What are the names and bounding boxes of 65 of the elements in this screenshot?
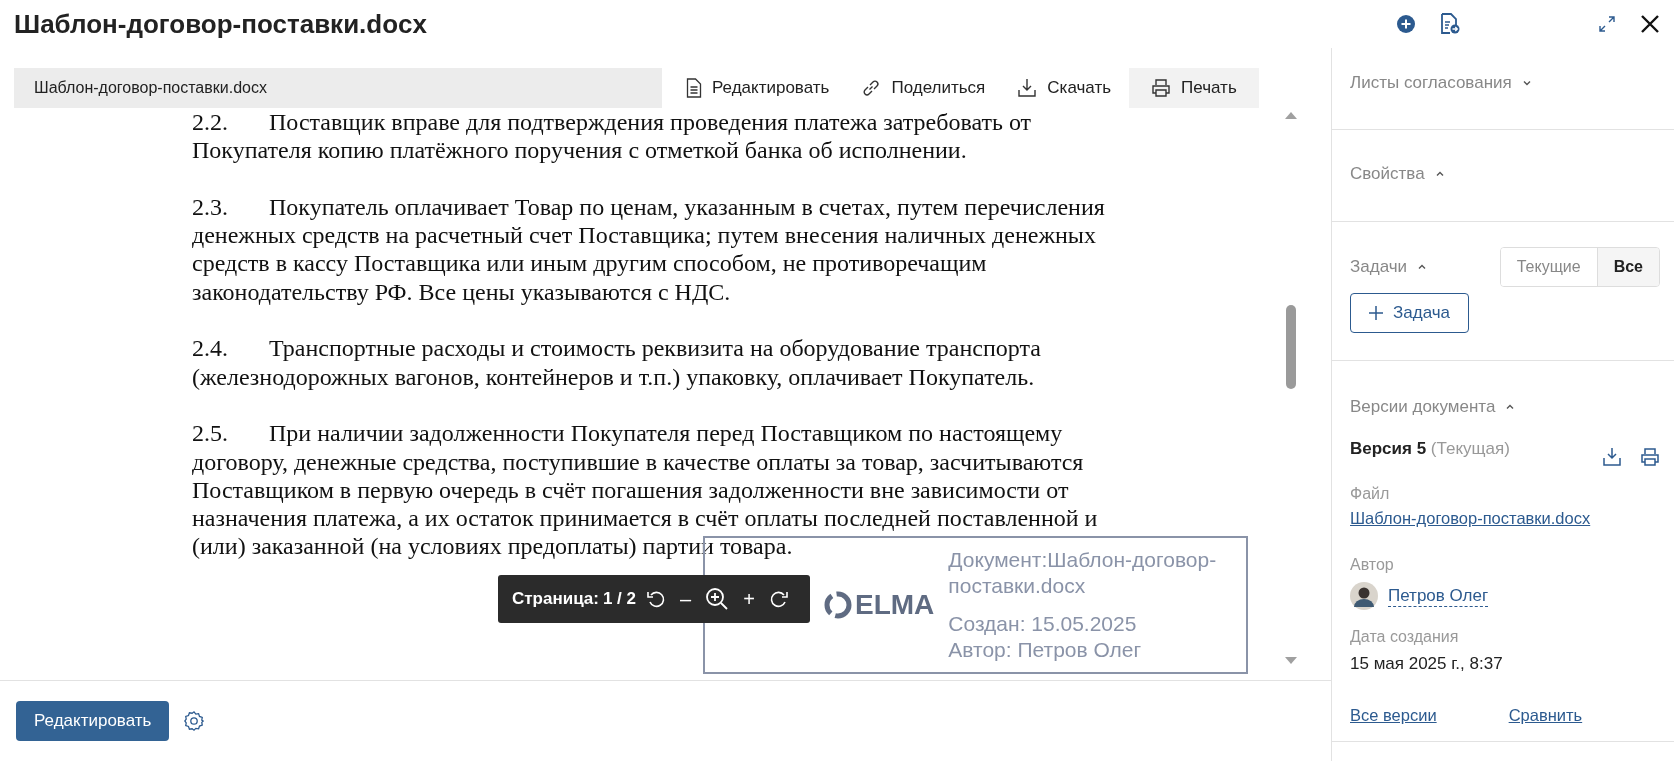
zoom-icon[interactable] xyxy=(705,587,730,611)
settings-icon[interactable] xyxy=(183,710,206,732)
file-link[interactable]: Шаблон-договор-поставки.docx xyxy=(1350,509,1591,528)
author-link[interactable]: Петров Олег xyxy=(1388,585,1489,607)
version-link[interactable]: Все версии xyxy=(1350,706,1437,725)
document-text: Поставщик вправе для подтверждения проведения платежа затребовать от xyxy=(269,109,1032,135)
section-title[interactable]: Свойства xyxy=(1350,164,1425,184)
document-text: Поставщиком в первую очередь в счёт погашения задолженности вне зависимости от xyxy=(192,476,1069,503)
link-icon xyxy=(861,78,882,98)
field-label: Автор xyxy=(1350,556,1395,574)
chevron-up-icon[interactable] xyxy=(1505,402,1516,412)
clause-number: 2.4. xyxy=(192,334,229,363)
rotate-right-icon[interactable] xyxy=(768,589,789,609)
field-label: Дата создания xyxy=(1350,628,1460,646)
stamp-document: Документ:Шаблон-договор- поставки.docx xyxy=(948,547,1217,599)
add-icon[interactable] xyxy=(1396,14,1416,34)
document-arrow-icon[interactable] xyxy=(1440,13,1460,35)
version-link[interactable]: Сравнить xyxy=(1508,706,1583,725)
clause-number: 2.3. xyxy=(192,192,229,222)
clause-number: 2.5. xyxy=(192,419,229,448)
file-name-bar: Шаблон-договор-поставки.docx xyxy=(14,68,662,108)
document-text: законодательству РФ. Все цены указываются с НДС. xyxy=(192,278,731,305)
expand-icon[interactable] xyxy=(1598,15,1616,33)
logo-icon xyxy=(823,590,853,620)
version-status: (Текущая) xyxy=(1430,439,1510,458)
section-title[interactable]: Версии документа xyxy=(1350,397,1496,417)
chevron-up-icon[interactable] xyxy=(1434,169,1445,179)
logo-text: ELMA xyxy=(855,589,935,621)
chevron-up-icon[interactable] xyxy=(1417,262,1428,272)
printer-icon[interactable] xyxy=(1640,447,1660,467)
plus-icon xyxy=(1369,306,1383,320)
stamp-author: Автор: Петров Олег xyxy=(948,637,1143,663)
field-label: Файл xyxy=(1350,485,1391,503)
document-text: назначения платежа, а их остаток принимается в счёт оплаты последней поставленной и xyxy=(192,505,1098,532)
document-text: денежных средств на расчетный счет Поставщика; путем внесения наличных денежных xyxy=(192,222,1096,249)
download-icon[interactable] xyxy=(1602,447,1622,467)
download-icon xyxy=(1017,78,1038,98)
stamp-created: Создан: 15.05.2025 xyxy=(948,611,1138,637)
document-text: договору, денежные средства, поступившие в качестве оплаты за товар, засчитываются xyxy=(192,448,1084,475)
creation-date: 15 мая 2025 г., 8:37 xyxy=(1350,654,1504,674)
add-task-button[interactable]: Задача xyxy=(1350,293,1470,333)
document-text: Транспортные расходы и стоимость реквизита на оборудование транспорта xyxy=(269,335,1041,362)
section-title[interactable]: Листы согласования xyxy=(1350,73,1512,93)
printer-icon xyxy=(1151,78,1172,98)
window-title: Шаблон-договор-поставки.docx xyxy=(14,8,428,40)
zoom-out-button[interactable]: – xyxy=(676,587,696,611)
document-text: Покупатель оплачивает Товар по ценам, указанным в счетах, путем перечисления xyxy=(269,193,1105,220)
chevron-down-icon[interactable] xyxy=(1521,78,1532,88)
rotate-left-icon[interactable] xyxy=(646,589,667,609)
page-label: Страница: xyxy=(512,589,599,609)
clause-number: 2.2. xyxy=(192,108,229,137)
avatar xyxy=(1350,582,1378,610)
version-name: Версия 5 xyxy=(1350,439,1427,458)
zoom-in-button[interactable]: + xyxy=(739,587,759,611)
document-text: (железнодорожных вагонов, контейнеров и т.п.) упаковку, оплачивает Покупатель. xyxy=(192,363,1035,390)
filter-tab[interactable]: Все xyxy=(1596,248,1659,286)
section-title[interactable]: Задачи xyxy=(1350,257,1408,277)
document-text: средств в кассу Поставщика или иным другим способом, не противоречащим xyxy=(192,250,987,277)
close-icon[interactable] xyxy=(1640,14,1660,34)
page-number: 1 / 2 xyxy=(602,589,637,609)
document-text: Покупателя копию платёжного поручения с отметкой банка об исполнении. xyxy=(192,137,967,164)
document-icon xyxy=(686,78,702,98)
print-button[interactable]: Печать xyxy=(1129,68,1259,108)
edit-button[interactable]: Редактировать xyxy=(16,701,170,741)
document-text: При наличии задолженности Покупателя перед Поставщиком по настоящему xyxy=(269,420,1063,447)
